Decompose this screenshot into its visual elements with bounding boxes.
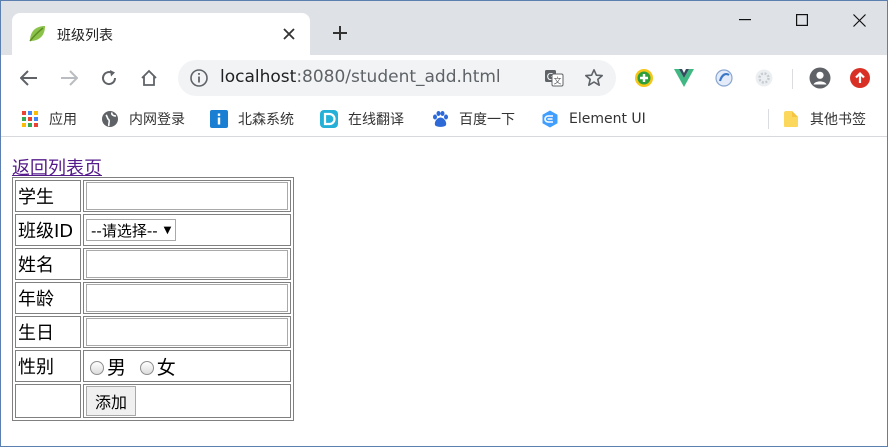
bookmark-label: 应用: [49, 112, 77, 128]
other-bookmarks-label: 其他书签: [810, 112, 866, 128]
submit-cell: 添加: [83, 384, 291, 418]
forward-arrow-icon[interactable]: [54, 63, 84, 93]
toolbar-separator: [792, 69, 793, 89]
google-translate-icon[interactable]: G文: [543, 67, 565, 89]
extension-blue-ring-icon[interactable]: [713, 67, 735, 89]
folder-icon: [782, 110, 800, 128]
birthday-cell: [83, 316, 291, 348]
birthday-input[interactable]: [86, 318, 288, 346]
bookmark-star-icon[interactable]: [583, 67, 605, 89]
bookmark-other-folder[interactable]: 其他书签: [782, 101, 866, 137]
url-text[interactable]: localhost:8080/student_add.html: [220, 67, 501, 87]
reload-icon[interactable]: [94, 63, 124, 93]
tab-strip: 班级列表: [1, 1, 887, 55]
name-input[interactable]: [86, 250, 288, 278]
class-id-cell: --请选择-- ▼: [83, 214, 291, 246]
form-row-submit: 添加: [15, 384, 291, 418]
browser-window: 班级列表 localhost:8080/student_add.html G 文…: [0, 0, 888, 447]
age-cell: [83, 282, 291, 314]
extension-green-plus-icon[interactable]: [633, 67, 655, 89]
gender-label: 性别: [15, 350, 81, 382]
form-row-birthday: 生日: [15, 316, 291, 348]
bookmark-online-translate[interactable]: 在线翻译: [320, 101, 404, 137]
submit-label-cell: [15, 384, 81, 418]
vue-devtools-icon[interactable]: [673, 67, 695, 89]
gender-female-radio[interactable]: [139, 360, 154, 375]
form-row-name: 姓名: [15, 248, 291, 280]
bookmark-label: 北森系统: [238, 112, 294, 128]
bookmark-label: 百度一下: [459, 112, 515, 128]
gender-male-radio[interactable]: [90, 360, 104, 375]
tab-close-icon[interactable]: [276, 21, 302, 47]
gender-male-label[interactable]: 男: [107, 357, 126, 379]
form-row-class-id: 班级ID --请选择-- ▼: [15, 214, 291, 246]
bookmark-label: 在线翻译: [348, 112, 404, 128]
leaf-favicon-icon: [26, 23, 48, 45]
bookmark-intranet-login[interactable]: 内网登录: [101, 101, 185, 137]
element-logo-icon: [541, 110, 559, 128]
bookmark-beisen[interactable]: 北森系统: [210, 101, 294, 137]
bookmark-label: 内网登录: [129, 112, 185, 128]
url-host: localhost: [220, 67, 297, 87]
student-label: 学生: [15, 180, 81, 212]
info-tile-icon: [210, 110, 228, 128]
class-id-label: 班级ID: [15, 214, 81, 246]
globe-icon: [101, 110, 119, 128]
url-path: :8080/student_add.html: [296, 67, 501, 87]
apps-grid-icon: [21, 110, 39, 128]
gender-cell: 男 女: [83, 350, 291, 382]
class-select-value: --请选择--: [91, 221, 158, 240]
maximize-icon[interactable]: [773, 1, 831, 39]
form-row-student: 学生: [15, 180, 291, 212]
class-id-select[interactable]: --请选择-- ▼: [86, 219, 177, 241]
browser-toolbar: localhost:8080/student_add.html G文: [1, 55, 887, 101]
age-label: 年龄: [15, 282, 81, 314]
bookmark-label: Element UI: [569, 111, 646, 127]
tab-title: 班级列表: [57, 28, 113, 44]
info-icon[interactable]: [189, 68, 209, 88]
name-cell: [83, 248, 291, 280]
add-button[interactable]: 添加: [86, 386, 137, 416]
bookmarks-separator: [768, 109, 769, 129]
gender-female-label[interactable]: 女: [157, 357, 176, 379]
home-icon[interactable]: [134, 63, 164, 93]
student-cell: [83, 180, 291, 212]
age-input[interactable]: [86, 284, 288, 312]
address-bar[interactable]: localhost:8080/student_add.html G文: [178, 60, 616, 96]
dropdown-arrow-icon: ▼: [163, 224, 172, 236]
new-tab-icon[interactable]: [327, 20, 353, 46]
bookmark-apps[interactable]: 应用: [21, 101, 77, 137]
bookmark-baidu[interactable]: 百度一下: [431, 101, 515, 137]
name-label: 姓名: [15, 248, 81, 280]
student-input[interactable]: [86, 182, 288, 210]
minimize-icon[interactable]: [716, 1, 774, 39]
birthday-label: 生日: [15, 316, 81, 348]
bookmarks-bar: 应用 内网登录 北森系统 在线翻译 百度一下 Element UI 其他书签: [1, 101, 887, 137]
close-window-icon[interactable]: [830, 1, 887, 39]
profile-avatar-icon[interactable]: [809, 67, 831, 89]
student-add-form: 学生 班级ID --请选择-- ▼ 姓名 年龄 生日 性别 男 女 添加: [12, 177, 294, 421]
translate-tile-icon: [320, 110, 338, 128]
svg-text:文: 文: [554, 76, 562, 86]
update-arrow-icon[interactable]: [849, 67, 871, 89]
form-row-gender: 性别 男 女: [15, 350, 291, 382]
extension-gear-icon[interactable]: [753, 67, 775, 89]
baidu-paw-icon: [431, 110, 449, 128]
tab-active[interactable]: 班级列表: [12, 13, 310, 55]
back-arrow-icon[interactable]: [14, 63, 44, 93]
form-row-age: 年龄: [15, 282, 291, 314]
bookmark-element-ui[interactable]: Element UI: [541, 101, 646, 137]
page-content: 返回列表页 学生 班级ID --请选择-- ▼ 姓名 年龄 生日 性别 男 女 …: [1, 138, 887, 446]
